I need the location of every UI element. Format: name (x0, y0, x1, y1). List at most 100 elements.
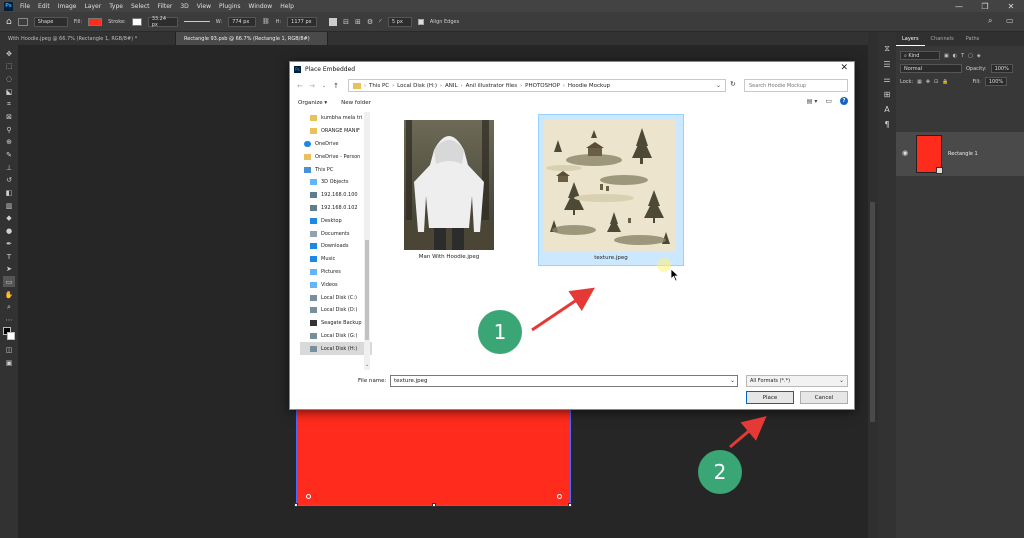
up-arrow-icon[interactable]: ↑ (330, 82, 342, 90)
nav-item[interactable]: Downloads (300, 240, 372, 253)
nav-item[interactable]: Local Disk (H:) (300, 342, 372, 356)
filter-type-icon[interactable]: T (961, 53, 964, 59)
dodge-tool-icon[interactable]: ● (3, 226, 15, 237)
nav-item[interactable]: 192.168.0.102 (300, 202, 372, 215)
tool-mode-select[interactable]: Shape (33, 16, 68, 27)
tab-layers[interactable]: Layers (896, 32, 925, 46)
menu-image[interactable]: Image (58, 3, 77, 10)
fill-swatch[interactable] (88, 17, 103, 26)
transform-handle[interactable] (294, 503, 298, 507)
background-color-swatch[interactable] (7, 332, 15, 341)
search-input[interactable]: Search Hoodie Mockup (744, 79, 848, 92)
address-dropdown-chevron-icon[interactable]: ⌄ (716, 82, 721, 89)
width-input[interactable]: 774 px (228, 16, 257, 27)
layer-row-rectangle[interactable]: ◉ Rectangle 1 (896, 132, 1024, 176)
place-button[interactable]: Place (746, 391, 794, 404)
menu-plugins[interactable]: Plugins (219, 3, 241, 10)
address-bar[interactable]: › This PC › Local Disk (H:) › ANIL › Ani… (348, 79, 726, 92)
search-icon[interactable]: ⌕ (988, 16, 992, 26)
screen-mode-icon[interactable]: ▣ (3, 358, 15, 369)
eraser-tool-icon[interactable]: ◧ (3, 188, 15, 199)
breadcrumb-hoodie-mockup[interactable]: Hoodie Mockup (568, 83, 610, 89)
preview-pane-icon[interactable]: ▭ (825, 97, 832, 105)
navigation-scrollbar[interactable] (364, 112, 370, 370)
lasso-tool-icon[interactable]: ◌ (3, 73, 15, 84)
filter-shape-icon[interactable]: ▢ (968, 53, 973, 59)
help-icon[interactable]: ? (840, 97, 848, 105)
nav-item[interactable]: Videos (300, 278, 372, 291)
menu-window[interactable]: Window (249, 3, 273, 10)
character-panel-icon[interactable]: A (884, 105, 889, 114)
layer-name[interactable]: Rectangle 1 (948, 151, 978, 157)
red-rectangle-shape[interactable] (294, 408, 572, 507)
change-view-icon[interactable]: ▤ ▾ (807, 98, 818, 105)
nav-item[interactable]: ORANGE MANIF (300, 125, 372, 138)
scroll-down-icon[interactable]: ⌄ (365, 362, 369, 368)
nav-item[interactable]: OneDrive (300, 138, 372, 151)
healing-brush-tool-icon[interactable]: ⊕ (3, 137, 15, 148)
file-item-man-with-hoodie[interactable]: Man With Hoodie.jpeg (404, 120, 504, 266)
stroke-width-input[interactable]: 33.24 px (147, 16, 178, 28)
object-select-tool-icon[interactable]: ⬕ (3, 86, 15, 97)
nav-item[interactable]: kumbha mela tri (300, 112, 372, 125)
breadcrumb-local-disk[interactable]: Local Disk (H:) (397, 83, 437, 89)
menu-view[interactable]: View (197, 3, 211, 10)
transform-handle[interactable] (432, 503, 436, 507)
menu-edit[interactable]: Edit (38, 3, 50, 10)
adjustments-panel-icon[interactable]: ⚌ (883, 75, 890, 84)
refresh-icon[interactable]: ↻ (730, 80, 736, 88)
properties-panel-icon[interactable]: ☰ (883, 60, 890, 69)
filename-dropdown-chevron-icon[interactable]: ⌄ (730, 377, 735, 384)
hand-tool-icon[interactable]: ✋ (3, 289, 15, 300)
breadcrumb-photoshop[interactable]: PHOTOSHOP (525, 83, 560, 89)
fill-input[interactable]: 100% (984, 77, 1007, 86)
menu-3d[interactable]: 3D (180, 3, 188, 10)
marquee-tool-icon[interactable]: ⬚ (3, 61, 15, 72)
layer-thumbnail[interactable] (916, 135, 943, 174)
type-tool-icon[interactable]: T (3, 251, 15, 262)
corner-radius-widget[interactable] (557, 494, 562, 499)
nav-item[interactable]: Local Disk (G:) (300, 330, 372, 343)
quick-mask-icon[interactable]: ◫ (3, 345, 15, 356)
breadcrumb-this-pc[interactable]: This PC (369, 83, 389, 89)
stamp-tool-icon[interactable]: ⊥ (3, 162, 15, 173)
frame-tool-icon[interactable]: ⊠ (3, 111, 15, 122)
blur-tool-icon[interactable]: ◆ (3, 213, 15, 224)
document-tab-rectangle[interactable]: Rectangle 93.psb @ 66.7% (Rectangle 1, R… (176, 32, 328, 45)
maximize-button[interactable]: ❐ (972, 0, 998, 12)
scrollbar-thumb[interactable] (365, 240, 369, 340)
nav-item[interactable]: Pictures (300, 266, 372, 279)
eyedropper-tool-icon[interactable]: ⚲ (3, 124, 15, 135)
lock-position-icon[interactable]: ✥ (926, 79, 930, 85)
path-operations-icon[interactable] (329, 17, 338, 26)
home-icon[interactable]: ⌂ (6, 17, 12, 27)
paragraph-panel-icon[interactable]: ¶ (884, 120, 889, 129)
file-format-select[interactable]: All Formats (*.*) ⌄ (746, 375, 848, 387)
nav-item[interactable]: Music (300, 253, 372, 266)
zoom-tool-icon[interactable]: ⌕ (3, 302, 15, 313)
workspace-icon[interactable]: ▭ (1006, 16, 1014, 25)
lock-all-icon[interactable]: 🔒 (942, 79, 948, 85)
filter-adjust-icon[interactable]: ◐ (953, 53, 957, 59)
scrollbar[interactable] (870, 202, 875, 422)
stroke-style-select[interactable] (183, 21, 210, 22)
filter-pixel-icon[interactable]: ▣ (944, 53, 949, 59)
breadcrumb-illustrator-files[interactable]: Anil illustrator files (466, 83, 518, 89)
tab-channels[interactable]: Channels (925, 32, 960, 46)
forward-arrow-icon[interactable]: → (306, 82, 318, 90)
menu-layer[interactable]: Layer (84, 3, 101, 10)
nav-item[interactable]: 3D Objects (300, 176, 372, 189)
stroke-swatch[interactable] (131, 17, 142, 26)
edit-toolbar-icon[interactable]: ⋯ (3, 314, 15, 325)
dialog-close-button[interactable]: ✕ (840, 63, 848, 73)
tool-preset-icon[interactable] (17, 17, 28, 26)
menu-filter[interactable]: Filter (158, 3, 173, 10)
menu-file[interactable]: File (20, 3, 30, 10)
link-icon[interactable]: ⛓ (262, 18, 270, 25)
menu-type[interactable]: Type (109, 3, 123, 10)
tab-paths[interactable]: Paths (960, 32, 986, 46)
lock-artboard-icon[interactable]: ⊡ (934, 79, 938, 85)
brush-tool-icon[interactable]: ✎ (3, 150, 15, 161)
nav-item[interactable]: Local Disk (D:) (300, 304, 372, 317)
filename-input[interactable]: texture.jpeg (390, 375, 738, 387)
